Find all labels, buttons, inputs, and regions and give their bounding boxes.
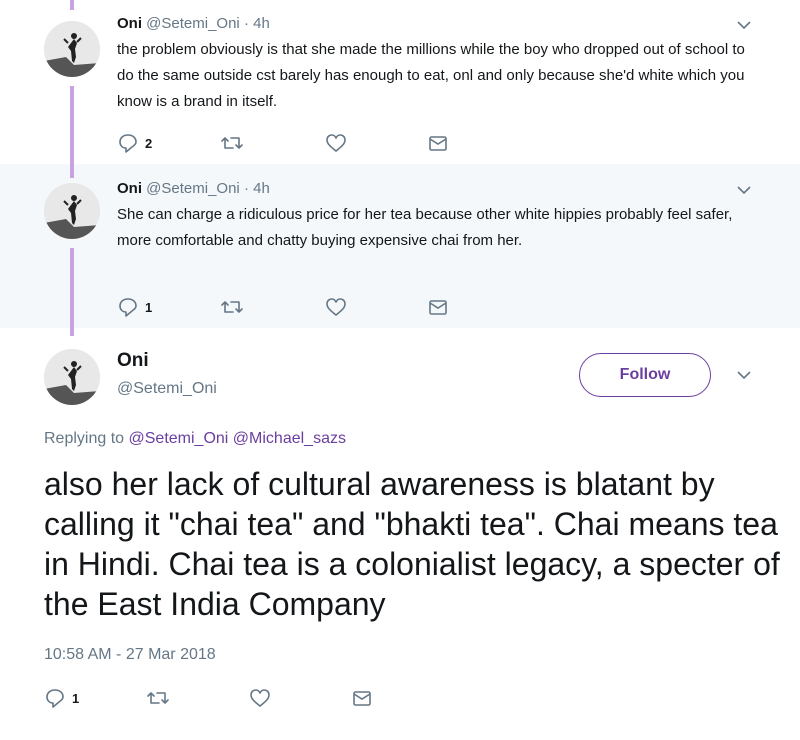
message-icon: [429, 300, 447, 315]
author-handle[interactable]: @Setemi_Oni: [117, 380, 217, 398]
retweet-button[interactable]: [220, 295, 244, 319]
reply-count: 2: [145, 135, 153, 151]
retweet-button[interactable]: [220, 131, 244, 155]
retweet-icon: [221, 301, 243, 313]
author-handle[interactable]: @Setemi_Oni: [146, 180, 240, 197]
reply-icon: [119, 298, 137, 317]
avatar[interactable]: [44, 183, 100, 239]
follow-button[interactable]: Follow: [579, 353, 711, 397]
author-name[interactable]: Oni: [117, 180, 142, 197]
tweet-text: the problem obviously is that she made t…: [117, 41, 745, 110]
tweet-text: She can charge a ridiculous price for he…: [117, 206, 733, 249]
message-button[interactable]: [427, 131, 449, 155]
reply-icon: [46, 689, 64, 708]
tweet-text: also her lack of cultural awareness is b…: [44, 466, 780, 622]
reply-icon: [119, 134, 137, 153]
tweet-time[interactable]: · 4h: [244, 15, 270, 32]
tweet-timestamp[interactable]: 10:58 AM - 27 Mar 2018: [44, 646, 216, 664]
reply-tweet[interactable]: Oni @Setemi_Oni · 4h the problem obvious…: [0, 0, 800, 164]
avatar[interactable]: [44, 21, 100, 77]
reply-button[interactable]: 1: [117, 295, 152, 319]
like-button[interactable]: [325, 295, 347, 319]
retweet-icon: [147, 692, 169, 704]
thread-line: [70, 86, 74, 164]
mention-link[interactable]: @Michael_sazs: [233, 430, 346, 447]
thread-line: [70, 164, 74, 178]
reply-button[interactable]: 1: [44, 686, 79, 710]
message-button[interactable]: [427, 295, 449, 319]
chevron-down-icon[interactable]: [736, 17, 752, 33]
author-name[interactable]: Oni: [117, 15, 142, 32]
thread-line: [70, 0, 74, 10]
reply-tweet[interactable]: Oni @Setemi_Oni · 4h She can charge a ri…: [0, 164, 800, 328]
like-button[interactable]: [325, 131, 347, 155]
thread-line: [70, 248, 74, 328]
chevron-down-icon[interactable]: [736, 182, 752, 198]
author-handle[interactable]: @Setemi_Oni: [146, 15, 240, 32]
like-icon: [326, 298, 346, 316]
author-name[interactable]: Oni: [117, 350, 149, 372]
reply-count: 1: [145, 299, 153, 315]
message-button[interactable]: [351, 686, 373, 710]
thread-line: [70, 328, 74, 336]
like-button[interactable]: [249, 686, 271, 710]
reply-button[interactable]: 2: [117, 131, 152, 155]
mention-link[interactable]: @Setemi_Oni: [129, 430, 229, 447]
retweet-icon: [221, 137, 243, 149]
replying-to-label: Replying to: [44, 430, 125, 447]
retweet-button[interactable]: [146, 686, 170, 710]
replying-to: Replying to @Setemi_Oni @Michael_sazs: [44, 430, 346, 448]
tweet-time[interactable]: · 4h: [244, 180, 270, 197]
like-icon: [326, 134, 346, 152]
message-icon: [353, 691, 371, 706]
reply-count: 1: [72, 690, 80, 706]
like-icon: [250, 689, 270, 707]
message-icon: [429, 136, 447, 151]
avatar[interactable]: [44, 349, 100, 405]
chevron-down-icon[interactable]: [736, 367, 752, 383]
